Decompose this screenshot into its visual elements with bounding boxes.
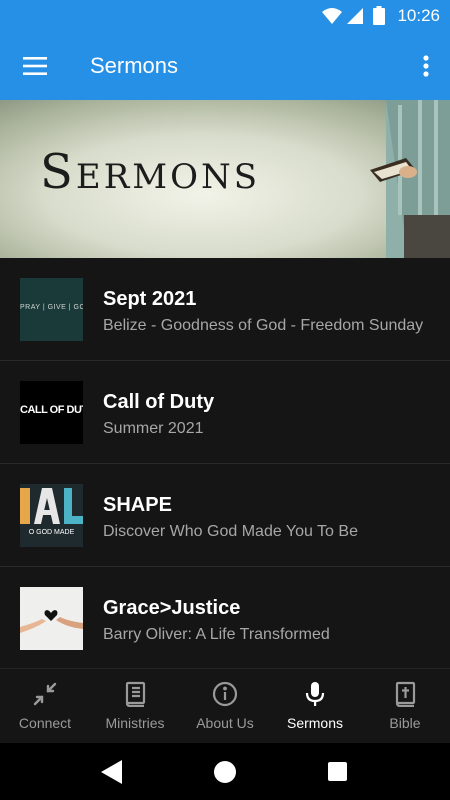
status-bar: 10:26 — [0, 0, 450, 32]
sermon-thumbnail — [20, 587, 83, 650]
battery-icon — [373, 6, 385, 25]
recents-icon[interactable] — [328, 762, 347, 781]
sermon-title: Call of Duty — [103, 391, 215, 413]
page-title: Sermons — [90, 53, 179, 78]
sermon-title: Sept 2021 — [103, 288, 197, 310]
sermon-list-item[interactable]: CALL OF DUTY Call of Duty Summer 2021 — [0, 361, 450, 464]
wifi-icon — [322, 8, 342, 24]
nav-label: Ministries — [105, 715, 165, 731]
nav-ministries[interactable]: Ministries — [90, 669, 180, 744]
sermon-list-item[interactable]: O GOD MADE SHAPE Discover Who God Made Y… — [0, 464, 450, 567]
shape-letters-graphic — [20, 488, 83, 524]
signal-icon — [347, 8, 363, 24]
thumbnail-text: PRAY | GIVE | GO — [20, 304, 83, 311]
nav-label: Connect — [18, 715, 72, 731]
info-icon — [212, 681, 238, 707]
hands-heart-graphic — [20, 610, 83, 633]
nav-bible[interactable]: Bible — [360, 669, 450, 744]
nav-label: Bible — [389, 715, 421, 731]
sermon-list-item[interactable]: PRAY | GIVE | GO Sept 2021 Belize - Good… — [0, 258, 450, 361]
sermon-title: SHAPE — [103, 494, 172, 516]
microphone-icon — [305, 682, 325, 706]
nav-connect[interactable]: Connect — [0, 669, 90, 744]
sermon-list: PRAY | GIVE | GO Sept 2021 Belize - Good… — [0, 258, 450, 670]
system-navigation-bar — [0, 743, 450, 800]
more-vertical-icon — [423, 55, 429, 77]
bottom-navigation: Connect Ministries About Us Sermons Bibl… — [0, 668, 450, 743]
hamburger-menu-icon — [23, 57, 47, 75]
back-icon[interactable] — [101, 760, 123, 784]
sermons-banner: Sermons — [0, 100, 450, 258]
nav-label: About Us — [196, 715, 254, 731]
home-icon[interactable] — [214, 761, 236, 783]
bible-icon — [395, 681, 416, 707]
sermon-thumbnail: CALL OF DUTY — [20, 381, 83, 444]
overflow-menu-button[interactable] — [414, 50, 438, 82]
thumbnail-text: CALL OF DUTY — [20, 404, 83, 416]
person-holding-bible-image — [370, 100, 450, 258]
status-time: 10:26 — [397, 6, 440, 25]
sermon-subtitle: Barry Oliver: A Life Transformed — [103, 626, 330, 643]
sermon-subtitle: Summer 2021 — [103, 420, 204, 437]
sermon-thumbnail: O GOD MADE — [20, 484, 83, 547]
nav-sermons[interactable]: Sermons — [270, 669, 360, 744]
app-bar: Sermons — [0, 32, 450, 100]
sermon-thumbnail: PRAY | GIVE | GO — [20, 278, 83, 341]
nav-about-us[interactable]: About Us — [180, 669, 270, 744]
thumbnail-text: O GOD MADE — [28, 529, 75, 536]
connect-icon — [33, 682, 57, 706]
banner-text: Sermons — [40, 144, 261, 200]
book-icon — [125, 681, 146, 707]
sermon-subtitle: Belize - Goodness of God - Freedom Sunda… — [103, 317, 424, 334]
sermon-title: Grace>Justice — [103, 597, 241, 619]
menu-button[interactable] — [18, 50, 52, 82]
sermon-list-item[interactable]: Grace>Justice Barry Oliver: A Life Trans… — [0, 567, 450, 670]
nav-label: Sermons — [286, 715, 344, 731]
sermon-subtitle: Discover Who God Made You To Be — [103, 523, 358, 540]
